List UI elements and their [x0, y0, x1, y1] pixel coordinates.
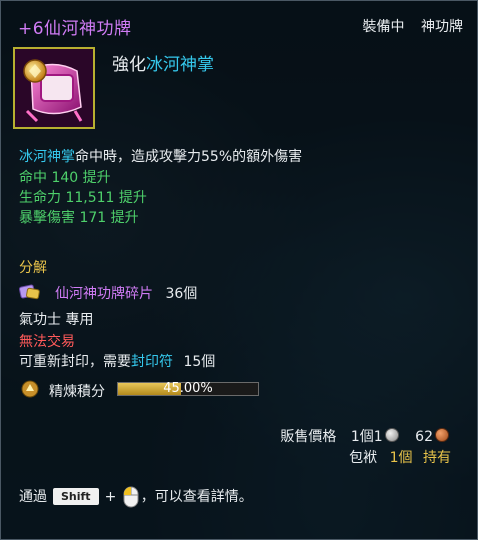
shift-key-badge: Shift: [53, 488, 99, 505]
refine-icon: [21, 380, 39, 398]
fragment-count: 36個: [165, 286, 198, 302]
effect-line: 冰河神掌命中時，造成攻擊力55%的額外傷害: [19, 146, 302, 166]
fragment-icon: [18, 283, 41, 301]
bag-label: 包袱: [349, 450, 378, 466]
enhance-prefix: 強化: [112, 55, 146, 75]
equip-status: 裝備中 神功牌: [351, 16, 463, 36]
hint-line: 通過 Shift + ，可以查看詳情。: [19, 486, 253, 508]
sell-copper: 62: [415, 429, 433, 445]
refine-percent: 45.00%: [163, 381, 213, 396]
effect-text: 命中時，造成攻擊力55%的額外傷害: [75, 149, 303, 165]
reseal-line: 可重新封印，需要封印符 15個: [19, 351, 215, 371]
sell-label: 販售價格: [280, 429, 337, 445]
item-type-label: 神功牌: [421, 19, 463, 35]
sell-silver: 1: [373, 429, 383, 445]
stat-hp: 生命力 11,511 提升: [19, 190, 147, 206]
effect-skill: 冰河神掌: [19, 149, 75, 165]
copper-coin-icon: [435, 428, 449, 442]
reseal-prefix: 可重新封印，需要: [19, 354, 131, 370]
hint-prefix: 通過: [19, 489, 47, 505]
stat-crit-damage: 暴擊傷害 171 提升: [19, 210, 139, 226]
enhance-line: 強化冰河神掌: [112, 50, 214, 75]
silver-coin-icon: [384, 428, 399, 442]
fragment-line: 仙河神功牌碎片 36個: [55, 283, 197, 303]
bag-status: 持有: [423, 450, 451, 466]
bag-line: 包袱 1個 持有: [349, 447, 451, 467]
stat-hit: 命中 140 提升: [19, 170, 111, 186]
item-name: +6仙河神功牌: [18, 19, 132, 39]
reseal-count: 15個: [183, 354, 216, 370]
refine-progress-bar: 45.00%: [117, 381, 259, 396]
hint-suffix: ，可以查看詳情。: [140, 489, 253, 505]
enhance-target: 冰河神掌: [146, 55, 214, 75]
sell-price-line: 販售價格 1個1 62: [280, 426, 451, 446]
fragment-name: 仙河神功牌碎片: [55, 286, 153, 302]
mouse-icon: [123, 486, 139, 508]
class-restriction: 氣功士 專用: [19, 312, 94, 328]
decompose-label: 分解: [19, 260, 47, 276]
hint-plus: +: [104, 489, 117, 505]
refine-label: 精煉積分: [49, 384, 105, 400]
no-trade-label: 無法交易: [19, 334, 75, 350]
item-tooltip: +6仙河神功牌 裝備中 神功牌 強化冰河神掌 冰河神掌命中時，造成攻擊力55%的…: [0, 0, 478, 540]
sell-count: 1個: [350, 429, 374, 445]
bag-count: 1個: [389, 450, 413, 466]
shen-gong-pai-icon: [13, 47, 95, 129]
reseal-item: 封印符: [131, 354, 173, 370]
equipped-label: 裝備中: [362, 19, 405, 35]
